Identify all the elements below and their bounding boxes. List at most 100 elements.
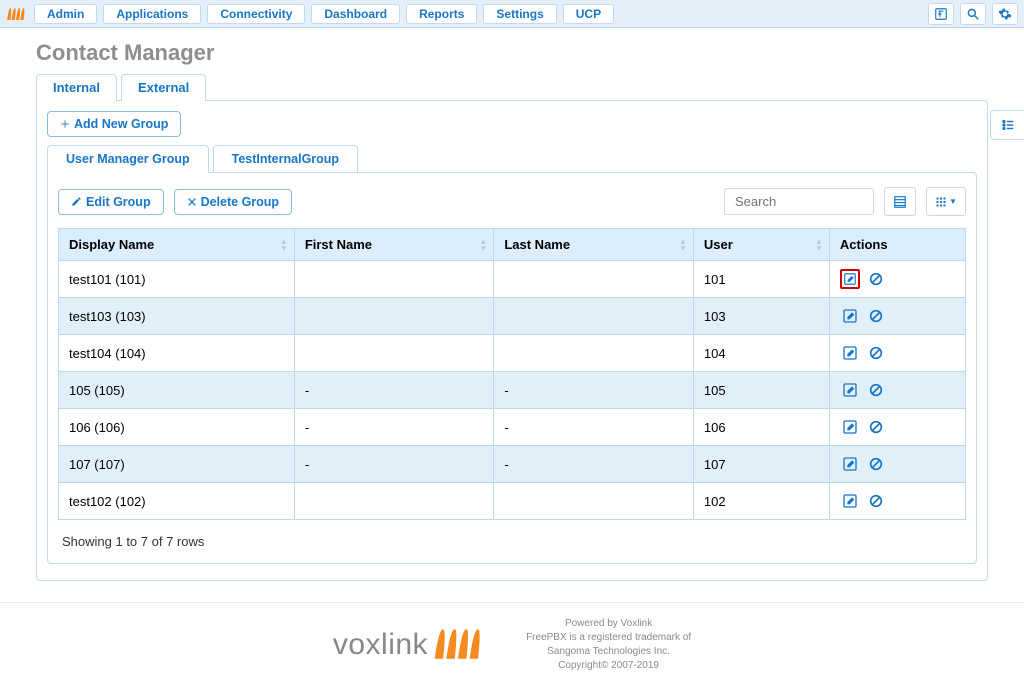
ban-row-icon[interactable]: [866, 491, 886, 511]
menu-item-dashboard[interactable]: Dashboard: [311, 4, 400, 24]
cell-first: [294, 298, 494, 335]
footer-logo-icon: [432, 627, 486, 663]
footer-line1: Powered by Voxlink: [526, 617, 691, 631]
view-grid-dropdown[interactable]: ▼: [926, 187, 966, 216]
cell-last: [494, 483, 694, 520]
cell-actions: [829, 261, 965, 298]
cell-first: [294, 483, 494, 520]
main-menu: Admin Applications Connectivity Dashboard Re…: [34, 4, 928, 24]
edit-row-icon[interactable]: [840, 269, 860, 289]
cell-last: -: [494, 409, 694, 446]
top-menubar: Admin Applications Connectivity Dashboard Re…: [0, 0, 1024, 28]
column-user[interactable]: User▲▼: [693, 229, 829, 261]
search-input[interactable]: [724, 188, 874, 215]
close-icon: [187, 197, 197, 207]
edit-row-icon[interactable]: [840, 380, 860, 400]
cell-last: -: [494, 372, 694, 409]
footer-credits: Powered by Voxlink FreePBX is a register…: [526, 617, 691, 673]
pencil-icon: [71, 196, 82, 207]
cell-actions: [829, 335, 965, 372]
cell-display: test104 (104): [59, 335, 295, 372]
search-icon-button[interactable]: [960, 3, 986, 25]
inner-tab-user-manager-group[interactable]: User Manager Group: [47, 145, 209, 173]
cell-display: 107 (107): [59, 446, 295, 483]
caret-down-icon: ▼: [949, 197, 957, 206]
ban-row-icon[interactable]: [866, 454, 886, 474]
cell-first: -: [294, 409, 494, 446]
contacts-table: Display Name▲▼First Name▲▼Last Name▲▼Use…: [58, 228, 966, 520]
cell-actions: [829, 446, 965, 483]
cell-actions: [829, 298, 965, 335]
ban-row-icon[interactable]: [866, 417, 886, 437]
language-icon-button[interactable]: [928, 3, 954, 25]
group-toolbar: Edit Group Delete Group ▼: [58, 187, 966, 216]
cell-user: 106: [693, 409, 829, 446]
cell-user: 105: [693, 372, 829, 409]
edit-row-icon[interactable]: [840, 417, 860, 437]
edit-row-icon[interactable]: [840, 491, 860, 511]
menu-item-applications[interactable]: Applications: [103, 4, 201, 24]
edit-row-icon[interactable]: [840, 306, 860, 326]
sort-icon: ▲▼: [280, 238, 288, 252]
table-row: test101 (101) 101: [59, 261, 966, 298]
cell-last: [494, 261, 694, 298]
cell-last: [494, 298, 694, 335]
cell-last: -: [494, 446, 694, 483]
cell-display: test101 (101): [59, 261, 295, 298]
column-last-name[interactable]: Last Name▲▼: [494, 229, 694, 261]
cell-display: test103 (103): [59, 298, 295, 335]
table-row: 107 (107)--107: [59, 446, 966, 483]
inner-panel: Edit Group Delete Group ▼ Display Name▲▼…: [47, 172, 977, 564]
add-new-group-button[interactable]: Add New Group: [47, 111, 181, 137]
cell-actions: [829, 409, 965, 446]
menu-item-reports[interactable]: Reports: [406, 4, 477, 24]
table-row: test104 (104)104: [59, 335, 966, 372]
inner-tabs: User Manager GroupTestInternalGroup: [47, 145, 977, 173]
sort-icon: ▲▼: [815, 238, 823, 252]
rows-info: Showing 1 to 7 of 7 rows: [58, 520, 966, 549]
menu-item-settings[interactable]: Settings: [483, 4, 556, 24]
edit-row-icon[interactable]: [840, 454, 860, 474]
cell-display: test102 (102): [59, 483, 295, 520]
cell-actions: [829, 483, 965, 520]
menu-item-connectivity[interactable]: Connectivity: [207, 4, 305, 24]
cell-first: [294, 261, 494, 298]
edit-group-button[interactable]: Edit Group: [58, 189, 164, 215]
column-display-name[interactable]: Display Name▲▼: [59, 229, 295, 261]
sort-icon: ▲▼: [679, 238, 687, 252]
tab-internal[interactable]: Internal: [36, 74, 117, 101]
side-list-toggle[interactable]: [990, 110, 1024, 140]
delete-group-label: Delete Group: [201, 195, 280, 209]
inner-tab-testinternalgroup[interactable]: TestInternalGroup: [213, 145, 358, 173]
columns-toggle-button[interactable]: [884, 187, 916, 216]
cell-display: 105 (105): [59, 372, 295, 409]
column-first-name[interactable]: First Name▲▼: [294, 229, 494, 261]
cell-user: 102: [693, 483, 829, 520]
plus-icon: [60, 119, 70, 129]
ban-row-icon[interactable]: [866, 306, 886, 326]
page-title: Contact Manager: [36, 40, 988, 66]
delete-group-button[interactable]: Delete Group: [174, 189, 293, 215]
menu-item-ucp[interactable]: UCP: [563, 4, 614, 24]
footer-logo: voxlink: [333, 627, 486, 663]
brand-logo-icon: [6, 4, 28, 24]
ban-row-icon[interactable]: [866, 343, 886, 363]
footer: voxlink Powered by Voxlink FreePBX is a …: [0, 602, 1024, 683]
cell-first: -: [294, 372, 494, 409]
table-row: test102 (102) 102: [59, 483, 966, 520]
cell-last: [494, 335, 694, 372]
footer-line4: Copyright© 2007-2019: [526, 659, 691, 673]
ban-row-icon[interactable]: [866, 380, 886, 400]
cell-user: 107: [693, 446, 829, 483]
cell-user: 101: [693, 261, 829, 298]
table-body: test101 (101)101test103 (103)103test104 …: [59, 261, 966, 520]
ban-row-icon[interactable]: [866, 269, 886, 289]
outer-panel: Add New Group User Manager GroupTestInte…: [36, 100, 988, 581]
menu-item-admin[interactable]: Admin: [34, 4, 97, 24]
table-row: 106 (106)--106: [59, 409, 966, 446]
gear-icon-button[interactable]: [992, 3, 1018, 25]
edit-group-label: Edit Group: [86, 195, 151, 209]
edit-row-icon[interactable]: [840, 343, 860, 363]
tab-external[interactable]: External: [121, 74, 206, 101]
sort-icon: ▲▼: [479, 238, 487, 252]
